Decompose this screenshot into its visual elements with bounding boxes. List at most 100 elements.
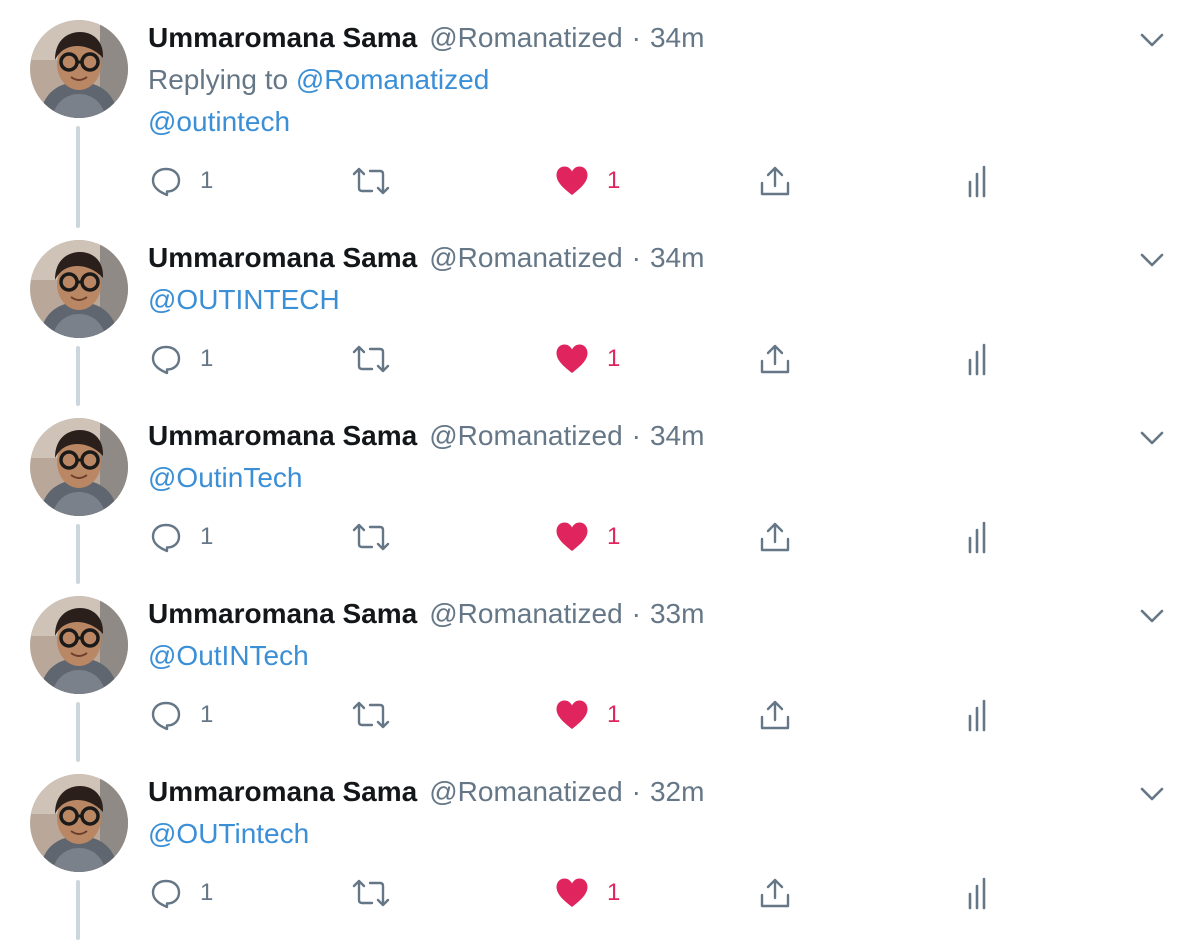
- analytics-icon: [966, 164, 992, 198]
- author-name[interactable]: Ummaromana Sama: [148, 242, 417, 274]
- tweet-actions: 1 1: [0, 695, 1196, 735]
- reply-button[interactable]: 1: [150, 339, 213, 379]
- share-button[interactable]: [758, 517, 792, 557]
- avatar[interactable]: [30, 20, 128, 118]
- reply-icon: [150, 877, 182, 909]
- reply-icon: [150, 343, 182, 375]
- tweet-text: @OutINTech: [148, 640, 309, 672]
- mention-link[interactable]: @OUTintech: [148, 818, 309, 849]
- retweet-button[interactable]: [352, 873, 390, 913]
- share-button[interactable]: [758, 161, 792, 201]
- tweet-text: @outintech: [148, 106, 290, 138]
- share-button[interactable]: [758, 339, 792, 379]
- retweet-button[interactable]: [352, 695, 390, 735]
- reply-count: 1: [200, 523, 214, 550]
- tweet-text: @OUTintech: [148, 818, 309, 850]
- mention-link[interactable]: @OutinTech: [148, 462, 303, 493]
- tweet-header: Ummaromana Sama @Romanatized · 32m: [148, 776, 704, 812]
- analytics-button[interactable]: [966, 517, 992, 557]
- timestamp[interactable]: 34m: [650, 242, 704, 274]
- tweet-actions: 1 1: [0, 339, 1196, 379]
- analytics-button[interactable]: [966, 695, 992, 735]
- avatar[interactable]: [30, 596, 128, 694]
- timestamp[interactable]: 33m: [650, 598, 704, 630]
- share-button[interactable]: [758, 873, 792, 913]
- mention-link[interactable]: @outintech: [148, 106, 290, 137]
- reply-button[interactable]: 1: [150, 161, 213, 201]
- retweet-button[interactable]: [352, 161, 390, 201]
- avatar[interactable]: [30, 240, 128, 338]
- replying-to-line: Replying to @Romanatized: [148, 64, 489, 96]
- separator: ·: [631, 420, 641, 451]
- reply-button[interactable]: 1: [150, 695, 213, 735]
- retweet-icon: [352, 699, 390, 731]
- chevron-down-icon[interactable]: [1136, 780, 1168, 808]
- timestamp[interactable]: 32m: [650, 776, 704, 808]
- tweet-header: Ummaromana Sama @Romanatized · 34m: [148, 420, 704, 456]
- separator: ·: [631, 242, 641, 273]
- avatar[interactable]: [30, 418, 128, 516]
- separator: ·: [631, 776, 641, 807]
- mention-link[interactable]: @OutINTech: [148, 640, 309, 671]
- avatar[interactable]: [30, 774, 128, 872]
- tweet-actions: 1 1: [0, 873, 1196, 913]
- like-button[interactable]: 1: [555, 517, 620, 557]
- heart-icon: [555, 521, 589, 553]
- author-name[interactable]: Ummaromana Sama: [148, 598, 417, 630]
- retweet-button[interactable]: [352, 339, 390, 379]
- like-button[interactable]: 1: [555, 695, 620, 735]
- retweet-button[interactable]: [352, 517, 390, 557]
- analytics-button[interactable]: [966, 873, 992, 913]
- like-count: 1: [607, 345, 621, 372]
- author-name[interactable]: Ummaromana Sama: [148, 420, 417, 452]
- like-button[interactable]: 1: [555, 873, 620, 913]
- retweet-icon: [352, 521, 390, 553]
- heart-icon: [555, 165, 589, 197]
- author-handle[interactable]: @Romanatized: [429, 22, 622, 54]
- author-handle[interactable]: @Romanatized: [429, 242, 622, 274]
- timestamp[interactable]: 34m: [650, 22, 704, 54]
- replying-to-mention[interactable]: @Romanatized: [296, 64, 489, 95]
- author-handle[interactable]: @Romanatized: [429, 598, 622, 630]
- like-count: 1: [607, 167, 621, 194]
- author-handle[interactable]: @Romanatized: [429, 776, 622, 808]
- chevron-down-icon[interactable]: [1136, 424, 1168, 452]
- tweet-header: Ummaromana Sama @Romanatized · 34m: [148, 22, 704, 58]
- like-button[interactable]: 1: [555, 339, 620, 379]
- share-icon: [758, 876, 792, 910]
- share-icon: [758, 698, 792, 732]
- like-count: 1: [607, 701, 621, 728]
- chevron-down-icon[interactable]: [1136, 246, 1168, 274]
- analytics-button[interactable]: [966, 161, 992, 201]
- like-count: 1: [607, 523, 621, 550]
- tweet-text: @OUTINTECH: [148, 284, 340, 316]
- reply-button[interactable]: 1: [150, 517, 213, 557]
- chevron-down-icon[interactable]: [1136, 602, 1168, 630]
- share-button[interactable]: [758, 695, 792, 735]
- heart-icon: [555, 343, 589, 375]
- reply-count: 1: [200, 167, 214, 194]
- analytics-button[interactable]: [966, 339, 992, 379]
- replying-to-label: Replying to: [148, 64, 296, 95]
- author-name[interactable]: Ummaromana Sama: [148, 22, 417, 54]
- like-count: 1: [607, 879, 621, 906]
- like-button[interactable]: 1: [555, 161, 620, 201]
- author-handle[interactable]: @Romanatized: [429, 420, 622, 452]
- tweet-actions: 1 1: [0, 161, 1196, 201]
- retweet-icon: [352, 877, 390, 909]
- analytics-icon: [966, 520, 992, 554]
- author-name[interactable]: Ummaromana Sama: [148, 776, 417, 808]
- mention-link[interactable]: @OUTINTECH: [148, 284, 340, 315]
- chevron-down-icon[interactable]: [1136, 26, 1168, 54]
- tweet-header: Ummaromana Sama @Romanatized · 33m: [148, 598, 704, 634]
- analytics-icon: [966, 876, 992, 910]
- timestamp[interactable]: 34m: [650, 420, 704, 452]
- reply-icon: [150, 699, 182, 731]
- tweet-header: Ummaromana Sama @Romanatized · 34m: [148, 242, 704, 278]
- share-icon: [758, 520, 792, 554]
- tweet-actions: 1 1: [0, 517, 1196, 557]
- reply-button[interactable]: 1: [150, 873, 213, 913]
- heart-icon: [555, 699, 589, 731]
- retweet-icon: [352, 165, 390, 197]
- share-icon: [758, 342, 792, 376]
